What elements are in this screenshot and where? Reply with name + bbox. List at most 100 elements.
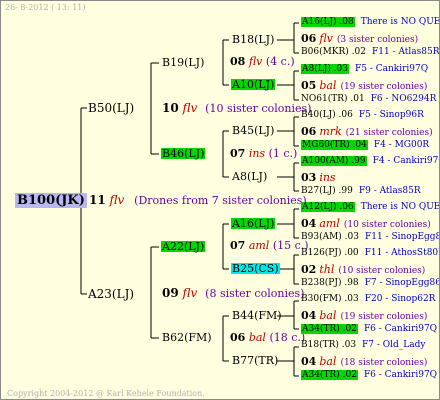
sire-mid-note: (10 sister colonies) [205, 102, 312, 115]
queen-b77[interactable]: B77(TR) [232, 355, 278, 366]
leaf-origin-c: F6 - Cankiri97Q [363, 324, 438, 334]
leaf-ped: bal [319, 79, 337, 92]
leaf-queen-c[interactable]: B27(LJ) .99 [301, 186, 353, 196]
leaf-queen-c[interactable]: NO61(TR) .01 [301, 94, 365, 104]
leaf-note: (18 sister colonies) [340, 358, 428, 368]
leaf-row-bottom[interactable]: B238(PJ) .98 F7 - SinopEgg86R [301, 278, 440, 288]
queen-b44[interactable]: B44(FM) [232, 310, 282, 321]
sire-mid-info: 10 flv (10 sister colonies) [162, 102, 311, 114]
leaf-row-bottom[interactable]: B93(AM) .03 F11 - SinopEgg86R [301, 232, 439, 242]
queen-b18[interactable]: B18(LJ) [232, 34, 274, 45]
a16-ped: aml [248, 239, 270, 252]
leaf-origin-c: F7 - SinopEgg86R [364, 278, 440, 288]
queen-a8[interactable]: A8(LJ) [232, 171, 267, 182]
leaf-queen-a[interactable]: B40(LJ) .06 [301, 110, 353, 120]
leaf-row-bottom[interactable]: B27(LJ) .99 F9 - Atlas85R [301, 187, 421, 196]
leaf-row-top[interactable]: A100(AM) .99 F4 - Cankiri97Q [301, 156, 439, 166]
queen-b25[interactable]: B25(CS) [231, 263, 280, 274]
leaf-row-bottom[interactable]: B06(MKR) .02 F11 - Atlas85R [301, 47, 439, 57]
leaf-num: 04 [301, 309, 317, 322]
leaf-queen-a[interactable]: A16(LJ) .08 [301, 17, 355, 27]
leaf-queen-c[interactable]: A34(TR) .02 [301, 370, 358, 380]
leaf-origin-c: F6 - Cankiri97Q [363, 370, 438, 380]
leaf-num: 02 [301, 263, 317, 276]
leaf-queen-a[interactable]: B126(PJ) .00 [301, 248, 359, 258]
leaf-row-mid: 05 bal (19 sister colonies) [301, 80, 427, 92]
leaf-note: (10 sister colonies) [338, 266, 426, 276]
queen-b19[interactable]: B19(LJ) [162, 57, 204, 68]
queen-b46[interactable]: B46(LJ) [161, 148, 206, 159]
gen1-note: (Drones from 7 sister colonies) [134, 194, 307, 207]
leaf-row-top[interactable]: B40(LJ) .06 F5 - Sinop96R [301, 111, 424, 120]
leaf-origin-a: F11 - AthosSt80R [364, 248, 440, 258]
leaf-origin-a: F20 - Sinop62R [364, 294, 436, 304]
leaf-ped: bal [319, 355, 337, 368]
leaf-note: (10 sister colonies) [343, 220, 431, 230]
leaf-row-mid: 03 ins [301, 172, 340, 184]
leaf-row-mid: 02 thl (10 sister colonies) [301, 264, 425, 276]
leaf-queen-a[interactable]: A100(AM) .99 [301, 156, 367, 166]
dam-queen[interactable]: A23(LJ) [88, 288, 134, 300]
leaf-queen-a[interactable]: A12(LJ) .06 [301, 202, 355, 212]
pedigree-canvas: 26- 8-2012 ( 13: 11) B100(JK) 11 flv (Dr… [0, 0, 440, 400]
leaf-row-bottom[interactable]: MG60(TR) .04 F4 - MG00R [301, 140, 430, 150]
b45-note: (1 c.) [268, 147, 298, 160]
leaf-origin-a: There is NO QUEEN [360, 202, 440, 212]
leaf-row-mid: 04 bal (19 sister colonies) [301, 310, 427, 322]
sire-queen[interactable]: B50(LJ) [88, 102, 134, 114]
queen-b62[interactable]: B62(FM) [162, 332, 212, 343]
leaf-queen-a[interactable]: A8(LJ) .03 [301, 64, 350, 74]
gen1-ped: flv [109, 193, 125, 207]
leaf-row-bottom[interactable]: A34(TR) .02 F6 - Cankiri97Q [301, 370, 438, 380]
gen1-info: 11 flv (Drones from 7 sister colonies) [89, 194, 307, 206]
leaf-row-top[interactable]: A8(LJ) .03 F5 - Cankiri97Q [301, 64, 429, 74]
leaf-queen-a[interactable]: B30(FM) .03 [301, 294, 359, 304]
leaf-row-top[interactable]: B18(TR) .03 F7 - Old_Lady [301, 341, 426, 350]
leaf-row-bottom[interactable]: A34(TR) .02 F6 - Cankiri97Q [301, 324, 438, 334]
leaf-origin-a: F7 - Old_Lady [362, 340, 426, 350]
leaf-ped: flv [319, 32, 333, 45]
root-queen[interactable]: B100(JK) [15, 193, 87, 208]
leaf-note: (19 sister colonies) [340, 312, 428, 322]
leaf-ped: mrk [319, 125, 342, 138]
leaf-origin-a: F5 - Cankiri97Q [355, 64, 429, 74]
gen1-num: 11 [89, 193, 106, 207]
queen-b45[interactable]: B45(LJ) [232, 125, 274, 136]
a16-num: 07 [230, 239, 246, 252]
dam-mid-ped: flv [182, 286, 198, 300]
queen-a10[interactable]: A10(LJ) [231, 79, 276, 90]
leaf-queen-a[interactable]: B18(TR) .03 [301, 340, 356, 350]
leaf-row-top[interactable]: A12(LJ) .06 There is NO QUEEN [301, 202, 440, 212]
leaf-row-mid: 04 bal (18 sister colonies) [301, 356, 427, 368]
leaf-row-top[interactable]: A16(LJ) .08 There is NO QUEEN [301, 17, 439, 27]
leaf-num: 03 [301, 171, 317, 184]
leaf-num: 05 [301, 79, 317, 92]
leaf-num: 04 [301, 355, 317, 368]
b44-ped: bal [248, 331, 266, 344]
leaf-queen-c[interactable]: B06(MKR) .02 [301, 47, 366, 57]
leaf-ped: bal [319, 309, 337, 322]
leaf-origin-c: F4 - MG00R [373, 140, 430, 150]
b44-num: 06 [230, 331, 246, 344]
leaf-row-mid: 06 flv (3 sister colonies) [301, 33, 418, 45]
leaf-origin-a: F5 - Sinop96R [358, 110, 424, 120]
leaf-queen-c[interactable]: B93(AM) .03 [301, 232, 359, 242]
queen-a22[interactable]: A22(LJ) [161, 241, 206, 252]
b18-num: 08 [230, 55, 246, 68]
leaf-row-bottom[interactable]: NO61(TR) .01 F6 - NO6294R [301, 95, 436, 104]
b45-info: 07 ins (1 c.) [230, 148, 297, 159]
sire-mid-ped: flv [182, 101, 198, 115]
queen-a16[interactable]: A16(LJ) [231, 218, 276, 229]
copyright: Copyright 2004-2012 @ Karl Kehele Founda… [7, 389, 205, 398]
leaf-row-top[interactable]: B30(FM) .03 F20 - Sinop62R [301, 295, 435, 304]
leaf-row-mid: 04 aml (10 sister colonies) [301, 218, 431, 230]
leaf-ped: thl [319, 263, 335, 276]
leaf-queen-c[interactable]: A34(TR) .02 [301, 324, 358, 334]
leaf-num: 06 [301, 125, 317, 138]
leaf-queen-c[interactable]: B238(PJ) .98 [301, 278, 359, 288]
leaf-origin-c: F11 - SinopEgg86R [364, 232, 439, 242]
leaf-row-top[interactable]: B126(PJ) .00 F11 - AthosSt80R [301, 248, 440, 258]
leaf-ped: ins [319, 171, 336, 184]
leaf-queen-c[interactable]: MG60(TR) .04 [301, 140, 368, 150]
b45-ped: ins [248, 147, 266, 160]
